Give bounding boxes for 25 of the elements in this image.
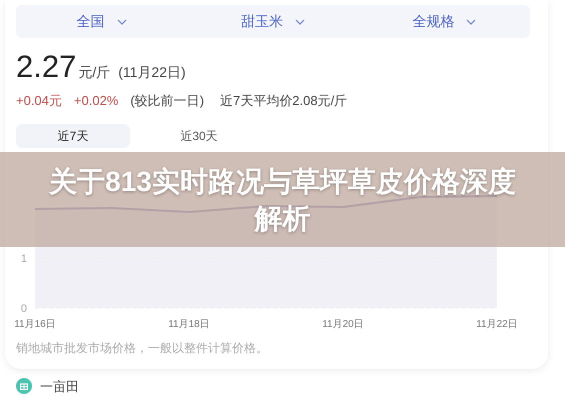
x-tick-label: 11月18日 [168,318,210,330]
y-tick-label: 0 [20,302,27,314]
period-tab[interactable]: 近30天 [142,124,256,148]
filter-dropdown[interactable]: 甜玉米 [187,11,359,32]
change-basis: (较比前一日) [130,92,204,110]
change-amount: +0.04元 [16,92,62,110]
price-value: 2.27 [16,51,76,82]
price-date: (11月22日) [118,63,186,82]
change-percent: +0.02% [74,92,118,110]
note-text: 销地城市批发市场价格，一般以整件计算价格。 [16,340,269,356]
average-price: 近7天平均价2.08元/斤 [220,92,348,110]
x-tick-label: 11月16日 [14,318,56,330]
chevron-down-icon [466,18,476,24]
filter-dropdown[interactable]: 全规格 [358,11,530,32]
banner-title: 关于813实时路况与草坪草皮价格深度解析 [48,164,517,236]
chevron-down-icon [294,18,305,24]
x-tick-label: 11月22日 [476,318,518,330]
price-unit: 元/斤 [78,63,110,82]
source-logo-icon [16,378,32,394]
chevron-down-icon [116,18,127,24]
source-name: 一亩田 [40,378,79,396]
x-tick-label: 11月20日 [322,318,364,330]
filter-dropdown[interactable]: 全国 [16,11,188,32]
period-tab[interactable]: 近7天 [16,124,130,148]
y-tick-label: 1 [20,252,27,264]
